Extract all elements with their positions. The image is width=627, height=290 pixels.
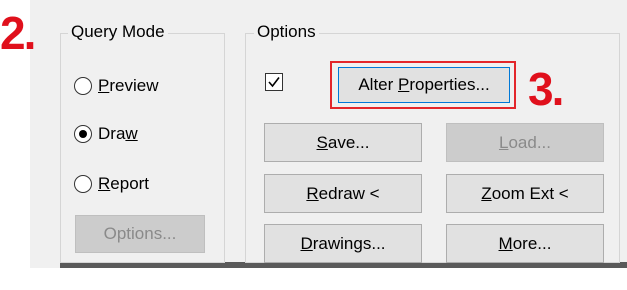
redraw-button[interactable]: Redraw <	[264, 174, 422, 213]
drawings-button[interactable]: Drawings...	[264, 224, 422, 263]
radio-draw[interactable]: Draw	[74, 124, 138, 144]
save-button[interactable]: Save...	[264, 123, 422, 162]
zoom-ext-button[interactable]: Zoom Ext <	[446, 174, 604, 213]
zoom-ext-label: Zoom Ext <	[481, 183, 569, 203]
radio-draw-label: Draw	[98, 124, 138, 143]
radio-preview[interactable]: Preview	[74, 76, 158, 96]
drawings-label: Drawings...	[300, 233, 386, 253]
radio-circle-checked-icon[interactable]	[74, 125, 92, 143]
query-mode-title: Query Mode	[68, 22, 168, 42]
radio-report[interactable]: Report	[74, 174, 149, 194]
callout-step-3: 3.	[528, 63, 564, 115]
options-checkbox[interactable]	[265, 73, 283, 91]
radio-circle-icon[interactable]	[74, 175, 92, 193]
redraw-label: Redraw <	[306, 183, 380, 203]
load-button[interactable]: Load...	[446, 123, 604, 162]
save-label: Save...	[316, 132, 370, 152]
checkmark-icon	[268, 77, 280, 88]
callout-step-2: 2.	[0, 7, 36, 59]
more-button[interactable]: More...	[446, 224, 604, 263]
radio-preview-label: Preview	[98, 76, 159, 95]
query-options-button[interactable]: Options...	[75, 215, 205, 253]
more-label: More...	[498, 233, 552, 253]
load-label: Load...	[498, 132, 551, 152]
radio-report-label: Report	[98, 174, 150, 193]
options-title: Options	[254, 22, 319, 42]
dialog-crop: Query Mode Preview Draw Report Options..…	[0, 0, 627, 290]
radio-circle-icon[interactable]	[74, 77, 92, 95]
alter-properties-highlight-box	[330, 61, 516, 109]
